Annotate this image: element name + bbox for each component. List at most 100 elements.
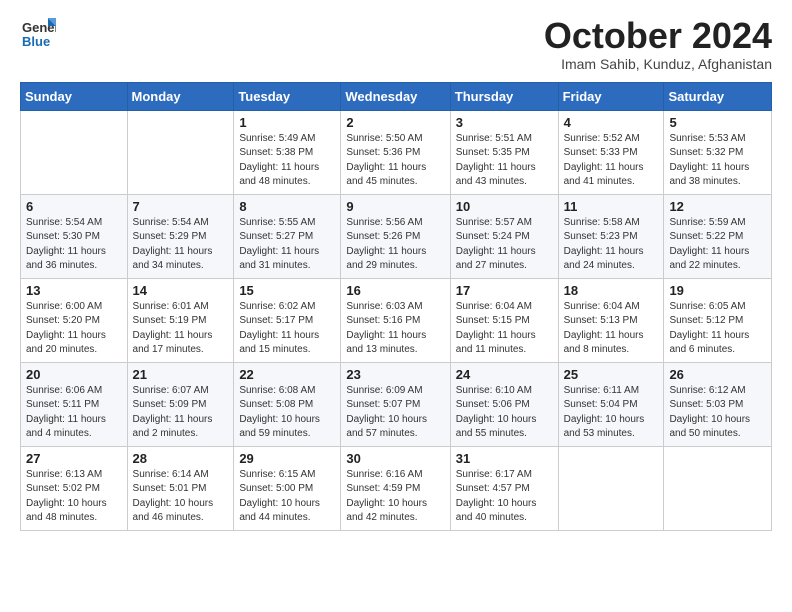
day-number: 27 — [26, 451, 122, 466]
day-number: 16 — [346, 283, 444, 298]
calendar-cell — [127, 110, 234, 194]
day-info: Sunrise: 6:07 AM Sunset: 5:09 PM Dayligh… — [133, 384, 229, 442]
day-number: 13 — [26, 283, 122, 298]
calendar-week-row: 6 Sunrise: 5:54 AM Sunset: 5:30 PM Daylig… — [21, 194, 772, 278]
calendar-cell: 30 Sunrise: 6:16 AM Sunset: 4:59 PM Dayli… — [341, 446, 450, 530]
day-info: Sunrise: 5:53 AM Sunset: 5:32 PM Dayligh… — [669, 132, 766, 190]
calendar-cell — [664, 446, 772, 530]
day-info: Sunrise: 6:10 AM Sunset: 5:06 PM Dayligh… — [456, 384, 553, 442]
logo: General Blue — [20, 16, 56, 52]
day-info: Sunrise: 6:11 AM Sunset: 5:04 PM Dayligh… — [564, 384, 659, 442]
day-info: Sunrise: 6:00 AM Sunset: 5:20 PM Dayligh… — [26, 300, 122, 358]
svg-text:Blue: Blue — [22, 34, 50, 49]
day-number: 29 — [239, 451, 335, 466]
calendar-cell: 10Sunrise: 5:57 AM Sunset: 5:24 PM Dayli… — [450, 194, 558, 278]
day-info: Sunrise: 6:09 AM Sunset: 5:07 PM Dayligh… — [346, 384, 444, 442]
calendar-cell — [558, 446, 664, 530]
day-info: Sunrise: 6:13 AM Sunset: 5:02 PM Dayligh… — [26, 468, 122, 526]
day-info: Sunrise: 6:05 AM Sunset: 5:12 PM Dayligh… — [669, 300, 766, 358]
day-info: Sunrise: 6:15 AM Sunset: 5:00 PM Dayligh… — [239, 468, 335, 526]
logo-icon: General Blue — [20, 16, 56, 52]
title-block: October 2024 Imam Sahib, Kunduz, Afghani… — [544, 16, 772, 72]
day-info: Sunrise: 6:04 AM Sunset: 5:13 PM Dayligh… — [564, 300, 659, 358]
calendar-cell: 27 Sunrise: 6:13 AM Sunset: 5:02 PM Dayli… — [21, 446, 128, 530]
calendar-cell: 7 Sunrise: 5:54 AM Sunset: 5:29 PM Daylig… — [127, 194, 234, 278]
day-info: Sunrise: 5:55 AM Sunset: 5:27 PM Dayligh… — [239, 216, 335, 274]
calendar-cell: 9 Sunrise: 5:56 AM Sunset: 5:26 PM Daylig… — [341, 194, 450, 278]
calendar-cell: 4Sunrise: 5:52 AM Sunset: 5:33 PM Daylig… — [558, 110, 664, 194]
day-number: 22 — [239, 367, 335, 382]
day-number: 20 — [26, 367, 122, 382]
weekday-header-friday: Friday — [558, 82, 664, 110]
day-number: 7 — [133, 199, 229, 214]
day-number: 14 — [133, 283, 229, 298]
weekday-header-thursday: Thursday — [450, 82, 558, 110]
weekday-header-row: SundayMondayTuesdayWednesdayThursdayFrid… — [21, 82, 772, 110]
header: General Blue October 2024 Imam Sahib, Ku… — [20, 16, 772, 72]
day-info: Sunrise: 6:01 AM Sunset: 5:19 PM Dayligh… — [133, 300, 229, 358]
day-info: Sunrise: 5:52 AM Sunset: 5:33 PM Dayligh… — [564, 132, 659, 190]
calendar-cell — [21, 110, 128, 194]
day-info: Sunrise: 5:51 AM Sunset: 5:35 PM Dayligh… — [456, 132, 553, 190]
day-number: 30 — [346, 451, 444, 466]
calendar-cell: 18Sunrise: 6:04 AM Sunset: 5:13 PM Dayli… — [558, 278, 664, 362]
day-info: Sunrise: 6:14 AM Sunset: 5:01 PM Dayligh… — [133, 468, 229, 526]
day-info: Sunrise: 5:49 AM Sunset: 5:38 PM Dayligh… — [239, 132, 335, 190]
page: General Blue October 2024 Imam Sahib, Ku… — [0, 0, 792, 547]
day-info: Sunrise: 5:50 AM Sunset: 5:36 PM Dayligh… — [346, 132, 444, 190]
weekday-header-saturday: Saturday — [664, 82, 772, 110]
calendar-cell: 2 Sunrise: 5:50 AM Sunset: 5:36 PM Daylig… — [341, 110, 450, 194]
day-info: Sunrise: 6:02 AM Sunset: 5:17 PM Dayligh… — [239, 300, 335, 358]
calendar-cell: 13 Sunrise: 6:00 AM Sunset: 5:20 PM Dayli… — [21, 278, 128, 362]
calendar-cell: 28 Sunrise: 6:14 AM Sunset: 5:01 PM Dayli… — [127, 446, 234, 530]
calendar-cell: 16 Sunrise: 6:03 AM Sunset: 5:16 PM Dayli… — [341, 278, 450, 362]
day-number: 17 — [456, 283, 553, 298]
day-number: 23 — [346, 367, 444, 382]
day-info: Sunrise: 5:54 AM Sunset: 5:30 PM Dayligh… — [26, 216, 122, 274]
calendar-week-row: 20 Sunrise: 6:06 AM Sunset: 5:11 PM Dayli… — [21, 362, 772, 446]
calendar-cell: 21Sunrise: 6:07 AM Sunset: 5:09 PM Dayli… — [127, 362, 234, 446]
day-number: 6 — [26, 199, 122, 214]
calendar-table: SundayMondayTuesdayWednesdayThursdayFrid… — [20, 82, 772, 531]
day-number: 12 — [669, 199, 766, 214]
day-number: 28 — [133, 451, 229, 466]
day-number: 5 — [669, 115, 766, 130]
day-number: 31 — [456, 451, 553, 466]
day-number: 9 — [346, 199, 444, 214]
day-info: Sunrise: 6:03 AM Sunset: 5:16 PM Dayligh… — [346, 300, 444, 358]
day-info: Sunrise: 6:08 AM Sunset: 5:08 PM Dayligh… — [239, 384, 335, 442]
subtitle: Imam Sahib, Kunduz, Afghanistan — [544, 56, 772, 72]
day-info: Sunrise: 5:57 AM Sunset: 5:24 PM Dayligh… — [456, 216, 553, 274]
day-info: Sunrise: 5:56 AM Sunset: 5:26 PM Dayligh… — [346, 216, 444, 274]
day-info: Sunrise: 6:04 AM Sunset: 5:15 PM Dayligh… — [456, 300, 553, 358]
day-number: 2 — [346, 115, 444, 130]
calendar-cell: 20 Sunrise: 6:06 AM Sunset: 5:11 PM Dayli… — [21, 362, 128, 446]
weekday-header-wednesday: Wednesday — [341, 82, 450, 110]
day-number: 11 — [564, 199, 659, 214]
calendar-week-row: 27 Sunrise: 6:13 AM Sunset: 5:02 PM Dayli… — [21, 446, 772, 530]
day-info: Sunrise: 6:06 AM Sunset: 5:11 PM Dayligh… — [26, 384, 122, 442]
day-info: Sunrise: 6:16 AM Sunset: 4:59 PM Dayligh… — [346, 468, 444, 526]
calendar-cell: 19Sunrise: 6:05 AM Sunset: 5:12 PM Dayli… — [664, 278, 772, 362]
calendar-week-row: 13 Sunrise: 6:00 AM Sunset: 5:20 PM Dayli… — [21, 278, 772, 362]
calendar-cell: 6 Sunrise: 5:54 AM Sunset: 5:30 PM Daylig… — [21, 194, 128, 278]
calendar-cell: 31 Sunrise: 6:17 AM Sunset: 4:57 PM Dayli… — [450, 446, 558, 530]
calendar-cell: 1 Sunrise: 5:49 AM Sunset: 5:38 PM Daylig… — [234, 110, 341, 194]
day-info: Sunrise: 6:17 AM Sunset: 4:57 PM Dayligh… — [456, 468, 553, 526]
calendar-cell: 3Sunrise: 5:51 AM Sunset: 5:35 PM Daylig… — [450, 110, 558, 194]
day-info: Sunrise: 5:58 AM Sunset: 5:23 PM Dayligh… — [564, 216, 659, 274]
calendar-cell: 26 Sunrise: 6:12 AM Sunset: 5:03 PM Dayli… — [664, 362, 772, 446]
month-title: October 2024 — [544, 16, 772, 56]
day-info: Sunrise: 5:54 AM Sunset: 5:29 PM Dayligh… — [133, 216, 229, 274]
calendar-cell: 8Sunrise: 5:55 AM Sunset: 5:27 PM Daylig… — [234, 194, 341, 278]
calendar-cell: 25Sunrise: 6:11 AM Sunset: 5:04 PM Dayli… — [558, 362, 664, 446]
calendar-cell: 29 Sunrise: 6:15 AM Sunset: 5:00 PM Dayli… — [234, 446, 341, 530]
day-number: 24 — [456, 367, 553, 382]
day-number: 1 — [239, 115, 335, 130]
day-number: 15 — [239, 283, 335, 298]
day-info: Sunrise: 6:12 AM Sunset: 5:03 PM Dayligh… — [669, 384, 766, 442]
calendar-cell: 11 Sunrise: 5:58 AM Sunset: 5:23 PM Dayli… — [558, 194, 664, 278]
calendar-cell: 12Sunrise: 5:59 AM Sunset: 5:22 PM Dayli… — [664, 194, 772, 278]
calendar-cell: 14 Sunrise: 6:01 AM Sunset: 5:19 PM Dayli… — [127, 278, 234, 362]
day-number: 26 — [669, 367, 766, 382]
